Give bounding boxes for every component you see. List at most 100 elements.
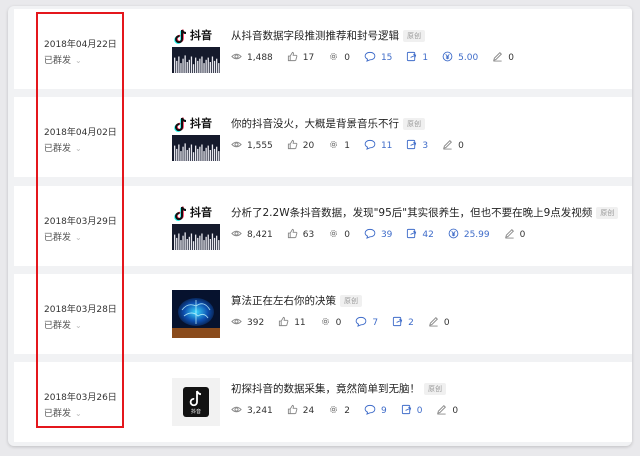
article-title[interactable]: 算法正在左右你的决策 原创 (231, 293, 362, 308)
thumbs-up-icon (287, 139, 303, 153)
comment-bubble-icon (364, 404, 381, 418)
article-thumbnail[interactable]: 抖音 (172, 202, 220, 250)
article-stats: 1,488 17 0 15 1 5.00 0 (231, 51, 528, 65)
comment-count[interactable]: 39 (364, 228, 392, 242)
like-count: 63 (287, 228, 314, 242)
eye-icon (231, 228, 247, 242)
article-title[interactable]: 从抖音数据字段推测推荐和封号逻辑 原创 (231, 28, 425, 43)
share-count: 0 (320, 316, 341, 330)
gear-icon (328, 404, 344, 418)
gear-icon (328, 51, 344, 65)
article-title[interactable]: 你的抖音没火，大概是背景音乐不行 原创 (231, 116, 425, 131)
forward-count[interactable]: 42 (406, 228, 434, 242)
comment-count[interactable]: 7 (355, 316, 378, 330)
comment-bubble-icon (355, 316, 372, 330)
forward-icon (406, 139, 422, 153)
read-count: 3,241 (231, 404, 273, 418)
eye-icon (231, 316, 247, 330)
article-title-text[interactable]: 从抖音数据字段推测推荐和封号逻辑 (231, 30, 399, 42)
yen-icon (442, 51, 458, 65)
svg-text:抖音: 抖音 (191, 408, 201, 415)
article-stats: 392 11 0 7 2 0 (231, 316, 464, 330)
chevron-down-icon: ⌄ (75, 321, 82, 330)
article-title[interactable]: 初探抖音的数据采集，竟然简单到无脑！ 原创 (231, 381, 446, 396)
article-list-panel: 2018年03月26日 已群发 ⌄ 抖音 初探抖音的数据采集，竟然简单到无脑！ 原创 3,2… (8, 6, 632, 446)
article-thumbnail[interactable]: 抖音 (172, 113, 220, 161)
article-row: 2018年03月26日 已群发 ⌄ 抖音 初探抖音的数据采集，竟然简单到无脑！ 原创 3,2… (14, 362, 632, 442)
edit-count[interactable]: 0 (442, 139, 464, 153)
forward-count[interactable]: 3 (406, 139, 428, 153)
article-row: 2018年04月02日 已群发 ⌄ 抖音 你的抖音没火，大概是背景音乐不行 原创 1,555… (14, 97, 632, 177)
share-count: 0 (328, 51, 350, 65)
edit-count[interactable]: 0 (504, 228, 525, 242)
status-dropdown[interactable]: 已群发 ⌄ (44, 141, 82, 154)
comment-count[interactable]: 9 (364, 404, 387, 418)
forward-count[interactable]: 2 (392, 316, 414, 330)
reward-amount[interactable]: 5.00 (442, 51, 478, 65)
original-tag: 原创 (424, 383, 446, 395)
comment-bubble-icon (364, 51, 381, 65)
yen-icon (448, 228, 464, 242)
pencil-icon (442, 139, 458, 153)
article-thumbnail[interactable] (172, 290, 220, 338)
share-count: 1 (328, 139, 350, 153)
status-dropdown[interactable]: 已群发 ⌄ (44, 53, 82, 66)
status-label: 已群发 (44, 233, 72, 243)
like-count: 20 (287, 139, 314, 153)
thumbs-up-icon (287, 51, 303, 65)
article-title-text[interactable]: 算法正在左右你的决策 (231, 295, 336, 307)
article-row: 2018年04月22日 已群发 ⌄ 抖音 从抖音数据字段推测推荐和封号逻辑 原创 1,488… (14, 9, 632, 89)
status-dropdown[interactable]: 已群发 ⌄ (44, 406, 82, 419)
like-count: 24 (287, 404, 314, 418)
read-count: 1,555 (231, 139, 273, 153)
article-title-text[interactable]: 你的抖音没火，大概是背景音乐不行 (231, 118, 399, 130)
comment-bubble-icon (364, 228, 381, 242)
thumbs-up-icon (287, 228, 303, 242)
pencil-icon (504, 228, 520, 242)
read-count: 1,488 (231, 51, 273, 65)
comment-count[interactable]: 11 (364, 139, 392, 153)
comment-bubble-icon (364, 139, 381, 153)
forward-count[interactable]: 0 (401, 404, 422, 418)
article-thumbnail[interactable]: 抖音 (172, 25, 220, 73)
edit-count[interactable]: 0 (436, 404, 458, 418)
gear-icon (328, 139, 344, 153)
thumbs-up-icon (287, 404, 303, 418)
chevron-down-icon: ⌄ (75, 56, 82, 65)
article-stats: 3,241 24 2 9 0 0 (231, 404, 472, 418)
article-title-text[interactable]: 分析了2.2W条抖音数据，发现"95后"其实很养生，但也不要在晚上9点发视频 (231, 207, 592, 219)
edit-count[interactable]: 0 (492, 51, 514, 65)
reward-amount[interactable]: 25.99 (448, 228, 490, 242)
status-label: 已群发 (44, 144, 72, 154)
publish-date: 2018年04月02日 (44, 128, 117, 138)
article-row: 2018年03月28日 已群发 ⌄ 算法正在左右你的决策 原创 392 11 0 7 2 0 (14, 274, 632, 354)
share-count: 0 (328, 228, 350, 242)
like-count: 11 (278, 316, 306, 330)
forward-count[interactable]: 1 (406, 51, 428, 65)
status-label: 已群发 (44, 321, 72, 331)
forward-icon (401, 404, 417, 418)
thumbs-up-icon (278, 316, 294, 330)
article-thumbnail[interactable]: 抖音 (172, 378, 220, 426)
status-dropdown[interactable]: 已群发 ⌄ (44, 230, 82, 243)
original-tag: 原创 (596, 207, 619, 219)
edit-count[interactable]: 0 (428, 316, 450, 330)
original-tag: 原创 (403, 118, 425, 130)
forward-icon (406, 51, 422, 65)
pencil-icon (436, 404, 452, 418)
thumb-logo-text: 抖音 (190, 205, 212, 219)
status-dropdown[interactable]: 已群发 ⌄ (44, 318, 82, 331)
chevron-down-icon: ⌄ (75, 144, 82, 153)
pencil-icon (428, 316, 444, 330)
gear-icon (328, 228, 344, 242)
article-title[interactable]: 分析了2.2W条抖音数据，发现"95后"其实很养生，但也不要在晚上9点发视频 原创 (231, 205, 619, 220)
eye-icon (231, 139, 247, 153)
forward-icon (406, 228, 422, 242)
publish-date: 2018年03月26日 (44, 393, 117, 403)
comment-count[interactable]: 15 (364, 51, 392, 65)
gear-icon (320, 316, 336, 330)
article-title-text[interactable]: 初探抖音的数据采集，竟然简单到无脑！ (231, 383, 420, 395)
read-count: 392 (231, 316, 264, 330)
article-stats: 8,421 63 0 39 42 25.99 0 (231, 228, 539, 242)
original-tag: 原创 (340, 295, 362, 307)
